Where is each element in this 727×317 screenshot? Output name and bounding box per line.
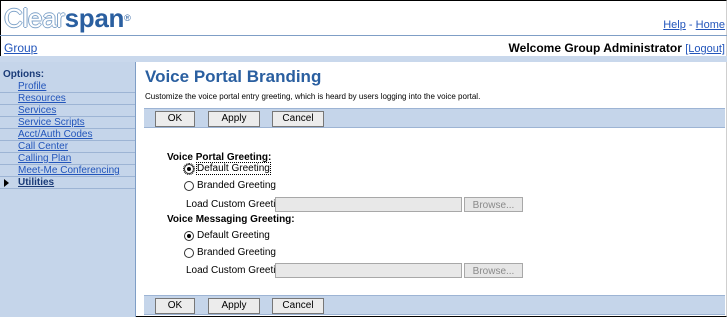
- messaging-default-greeting-label: Default Greeting: [197, 230, 270, 241]
- top-links: Help - Home: [663, 19, 725, 31]
- sidebar-item-label[interactable]: Profile: [18, 81, 46, 92]
- voice-messaging-greeting-heading: Voice Messaging Greeting:: [167, 214, 295, 225]
- portal-branded-greeting-radio[interactable]: [184, 180, 194, 191]
- sidebar-item-label[interactable]: Calling Plan: [18, 153, 71, 164]
- main-content: Voice Portal Branding Customize the voic…: [142, 62, 725, 317]
- sidebar-item-acct-auth-codes[interactable]: Acct/Auth Codes: [0, 129, 135, 141]
- logo-text-span: span: [64, 3, 125, 33]
- home-link[interactable]: Home: [696, 19, 725, 31]
- messaging-load-custom-greeting-label: Load Custom Greeting:: [186, 265, 290, 276]
- sidebar-item-profile[interactable]: Profile: [0, 81, 135, 93]
- cancel-button[interactable]: Cancel: [272, 298, 324, 314]
- messaging-default-greeting-option[interactable]: Default Greeting: [184, 230, 270, 241]
- logo-registered-mark: ®: [124, 13, 131, 23]
- portal-branded-greeting-label: Branded Greeting: [197, 180, 276, 191]
- sidebar-item-label[interactable]: Meet-Me Conferencing: [18, 165, 120, 176]
- group-breadcrumb-link[interactable]: Group: [4, 41, 37, 55]
- bottom-button-bar: OK Apply Cancel: [144, 295, 725, 315]
- sidebar-item-label[interactable]: Acct/Auth Codes: [18, 129, 92, 140]
- apply-button[interactable]: Apply: [208, 111, 260, 127]
- portal-default-greeting-label: Default Greeting: [196, 162, 271, 175]
- portal-branded-greeting-option[interactable]: Branded Greeting: [184, 180, 276, 191]
- clearspan-logo: Clearspan®: [4, 3, 131, 33]
- help-link[interactable]: Help: [663, 19, 686, 31]
- logo-text-clear: Clear: [4, 3, 65, 33]
- messaging-branded-greeting-radio[interactable]: [184, 247, 194, 258]
- sidebar-item-label[interactable]: Resources: [18, 93, 66, 104]
- sidebar-item-label[interactable]: Service Scripts: [18, 117, 85, 128]
- page-description: Customize the voice portal entry greetin…: [145, 92, 481, 101]
- logout-link[interactable]: [Logout]: [685, 43, 725, 55]
- cancel-button[interactable]: Cancel: [272, 111, 324, 127]
- sidebar-item-label[interactable]: Call Center: [18, 141, 68, 152]
- options-list: Profile Resources Services Service Scrip…: [0, 81, 135, 189]
- sidebar-item-calling-plan[interactable]: Calling Plan: [0, 153, 135, 165]
- welcome-area: Welcome Group Administrator [Logout]: [509, 41, 725, 55]
- sidebar-item-call-center[interactable]: Call Center: [0, 141, 135, 153]
- portal-default-greeting-radio[interactable]: [183, 162, 195, 175]
- sidebar-item-resources[interactable]: Resources: [0, 93, 135, 105]
- messaging-default-greeting-radio[interactable]: [184, 230, 194, 241]
- top-links-separator: -: [688, 19, 693, 31]
- header-divider: [0, 35, 727, 36]
- apply-button[interactable]: Apply: [208, 298, 260, 314]
- sidebar-item-label[interactable]: Utilities: [18, 177, 54, 188]
- portal-load-custom-greeting-label: Load Custom Greeting:: [186, 199, 290, 210]
- ok-button[interactable]: OK: [155, 298, 195, 314]
- welcome-text: Welcome Group Administrator: [508, 41, 682, 55]
- sidebar-item-utilities[interactable]: Utilities: [0, 177, 135, 189]
- options-heading: Options:: [3, 69, 45, 80]
- sidebar-item-label[interactable]: Services: [18, 105, 56, 116]
- messaging-browse-button[interactable]: Browse...: [464, 263, 523, 278]
- portal-browse-button[interactable]: Browse...: [464, 197, 523, 212]
- sidebar-item-service-scripts[interactable]: Service Scripts: [0, 117, 135, 129]
- messaging-custom-greeting-file-input[interactable]: [275, 263, 462, 278]
- messaging-branded-greeting-label: Branded Greeting: [197, 247, 276, 258]
- top-button-bar: OK Apply Cancel: [144, 108, 725, 128]
- portal-custom-greeting-file-input[interactable]: [275, 197, 462, 212]
- sidebar-item-services[interactable]: Services: [0, 105, 135, 117]
- portal-default-greeting-option[interactable]: Default Greeting: [183, 162, 271, 175]
- messaging-branded-greeting-option[interactable]: Branded Greeting: [184, 247, 276, 258]
- options-sidebar: Options: Profile Resources Services Serv…: [0, 62, 136, 317]
- voice-portal-greeting-heading: Voice Portal Greeting:: [167, 152, 272, 163]
- sidebar-item-meet-me-conferencing[interactable]: Meet-Me Conferencing: [0, 165, 135, 177]
- ok-button[interactable]: OK: [155, 111, 195, 127]
- page-title: Voice Portal Branding: [145, 67, 322, 86]
